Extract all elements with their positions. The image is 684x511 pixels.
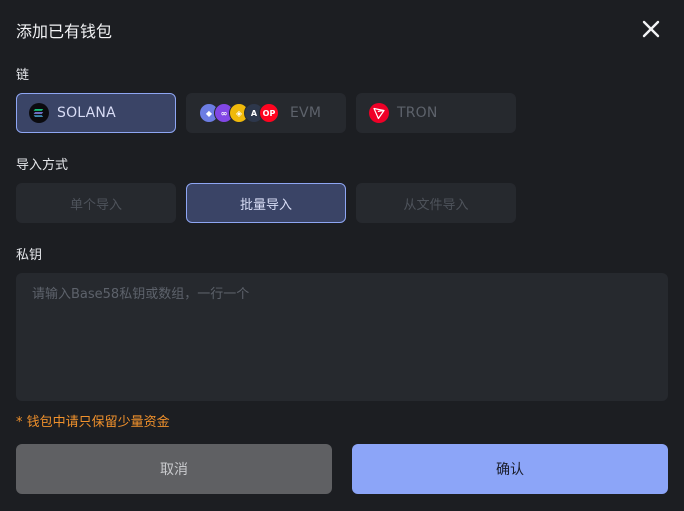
optimism-icon: OP — [259, 103, 279, 123]
chain-option-evm[interactable]: ◆ ∞ ◈ A OP EVM — [186, 93, 346, 133]
chain-option-label: EVM — [290, 105, 322, 121]
chain-option-solana[interactable]: SOLANA — [16, 93, 176, 133]
import-method-label: 导入方式 — [16, 158, 69, 173]
private-key-label: 私钥 — [16, 248, 43, 263]
chain-label: 链 — [16, 68, 30, 83]
dialog-title: 添加已有钱包 — [16, 22, 113, 41]
chain-option-label: SOLANA — [57, 105, 116, 121]
confirm-button[interactable]: 确认 — [352, 444, 668, 494]
private-key-input[interactable]: 请输入Base58私钥或数组，一行一个 — [16, 273, 668, 401]
import-single-button[interactable]: 单个导入 — [16, 183, 176, 223]
evm-chains-icon: ◆ ∞ ◈ A OP — [199, 103, 279, 123]
chain-option-label: TRON — [397, 105, 438, 121]
solana-icon — [29, 103, 49, 123]
close-icon[interactable] — [640, 18, 662, 40]
add-wallet-dialog: 添加已有钱包 链 SOLANA ◆ ∞ ◈ A OP EVM TRON 导入方式… — [0, 0, 684, 511]
tron-icon — [369, 103, 389, 123]
import-batch-button[interactable]: 批量导入 — [186, 183, 346, 223]
private-key-placeholder: 请输入Base58私钥或数组，一行一个 — [32, 287, 250, 302]
cancel-button[interactable]: 取消 — [16, 444, 332, 494]
chain-option-tron[interactable]: TRON — [356, 93, 516, 133]
import-from-file-button[interactable]: 从文件导入 — [356, 183, 516, 223]
warning-text: * 钱包中请只保留少量资金 — [16, 415, 170, 430]
